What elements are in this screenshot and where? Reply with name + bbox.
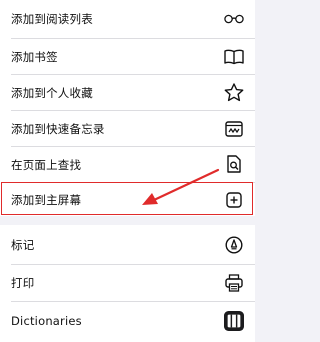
add-to-home-screen-item[interactable]: 添加到主屏幕 — [0, 183, 255, 216]
menu-item-label: 在页面上查找 — [11, 157, 82, 172]
quick-note-icon — [224, 119, 244, 139]
menu-item-label: 添加书签 — [11, 49, 58, 64]
add-to-quick-note-item[interactable]: 添加到快速备忘录 — [0, 111, 255, 146]
add-to-favorites-item[interactable]: 添加到个人收藏 — [0, 75, 255, 110]
find-on-page-icon — [224, 155, 244, 175]
menu-item-label: 添加到快速备忘录 — [11, 121, 105, 136]
star-icon — [224, 83, 244, 103]
print-item[interactable]: 打印 — [0, 265, 255, 301]
share-actions-group-1: 添加到阅读列表 添加书签 添加到个人收藏 添加到快速备忘录 在页面上查找 添加到… — [0, 0, 255, 216]
menu-item-label: 添加到个人收藏 — [11, 85, 93, 100]
book-open-icon — [224, 47, 244, 67]
plus-square-icon — [224, 190, 244, 210]
add-to-reading-list-item[interactable]: 添加到阅读列表 — [0, 0, 255, 38]
find-on-page-item[interactable]: 在页面上查找 — [0, 147, 255, 182]
menu-item-label: 添加到阅读列表 — [11, 12, 93, 26]
menu-item-label: 标记 — [11, 237, 35, 252]
markup-pen-icon — [224, 235, 244, 255]
markup-item[interactable]: 标记 — [0, 225, 255, 264]
menu-item-label: 添加到主屏幕 — [11, 192, 82, 207]
printer-icon — [224, 273, 244, 293]
share-actions-group-2: 标记 打印 Dictionaries — [0, 225, 255, 342]
menu-item-label: Dictionaries — [11, 314, 82, 328]
reading-list-glasses-icon — [224, 9, 244, 29]
add-bookmark-item[interactable]: 添加书签 — [0, 39, 255, 74]
dictionaries-item[interactable]: Dictionaries — [0, 302, 255, 340]
dictionaries-app-icon — [224, 311, 244, 331]
menu-item-label: 打印 — [11, 276, 35, 290]
